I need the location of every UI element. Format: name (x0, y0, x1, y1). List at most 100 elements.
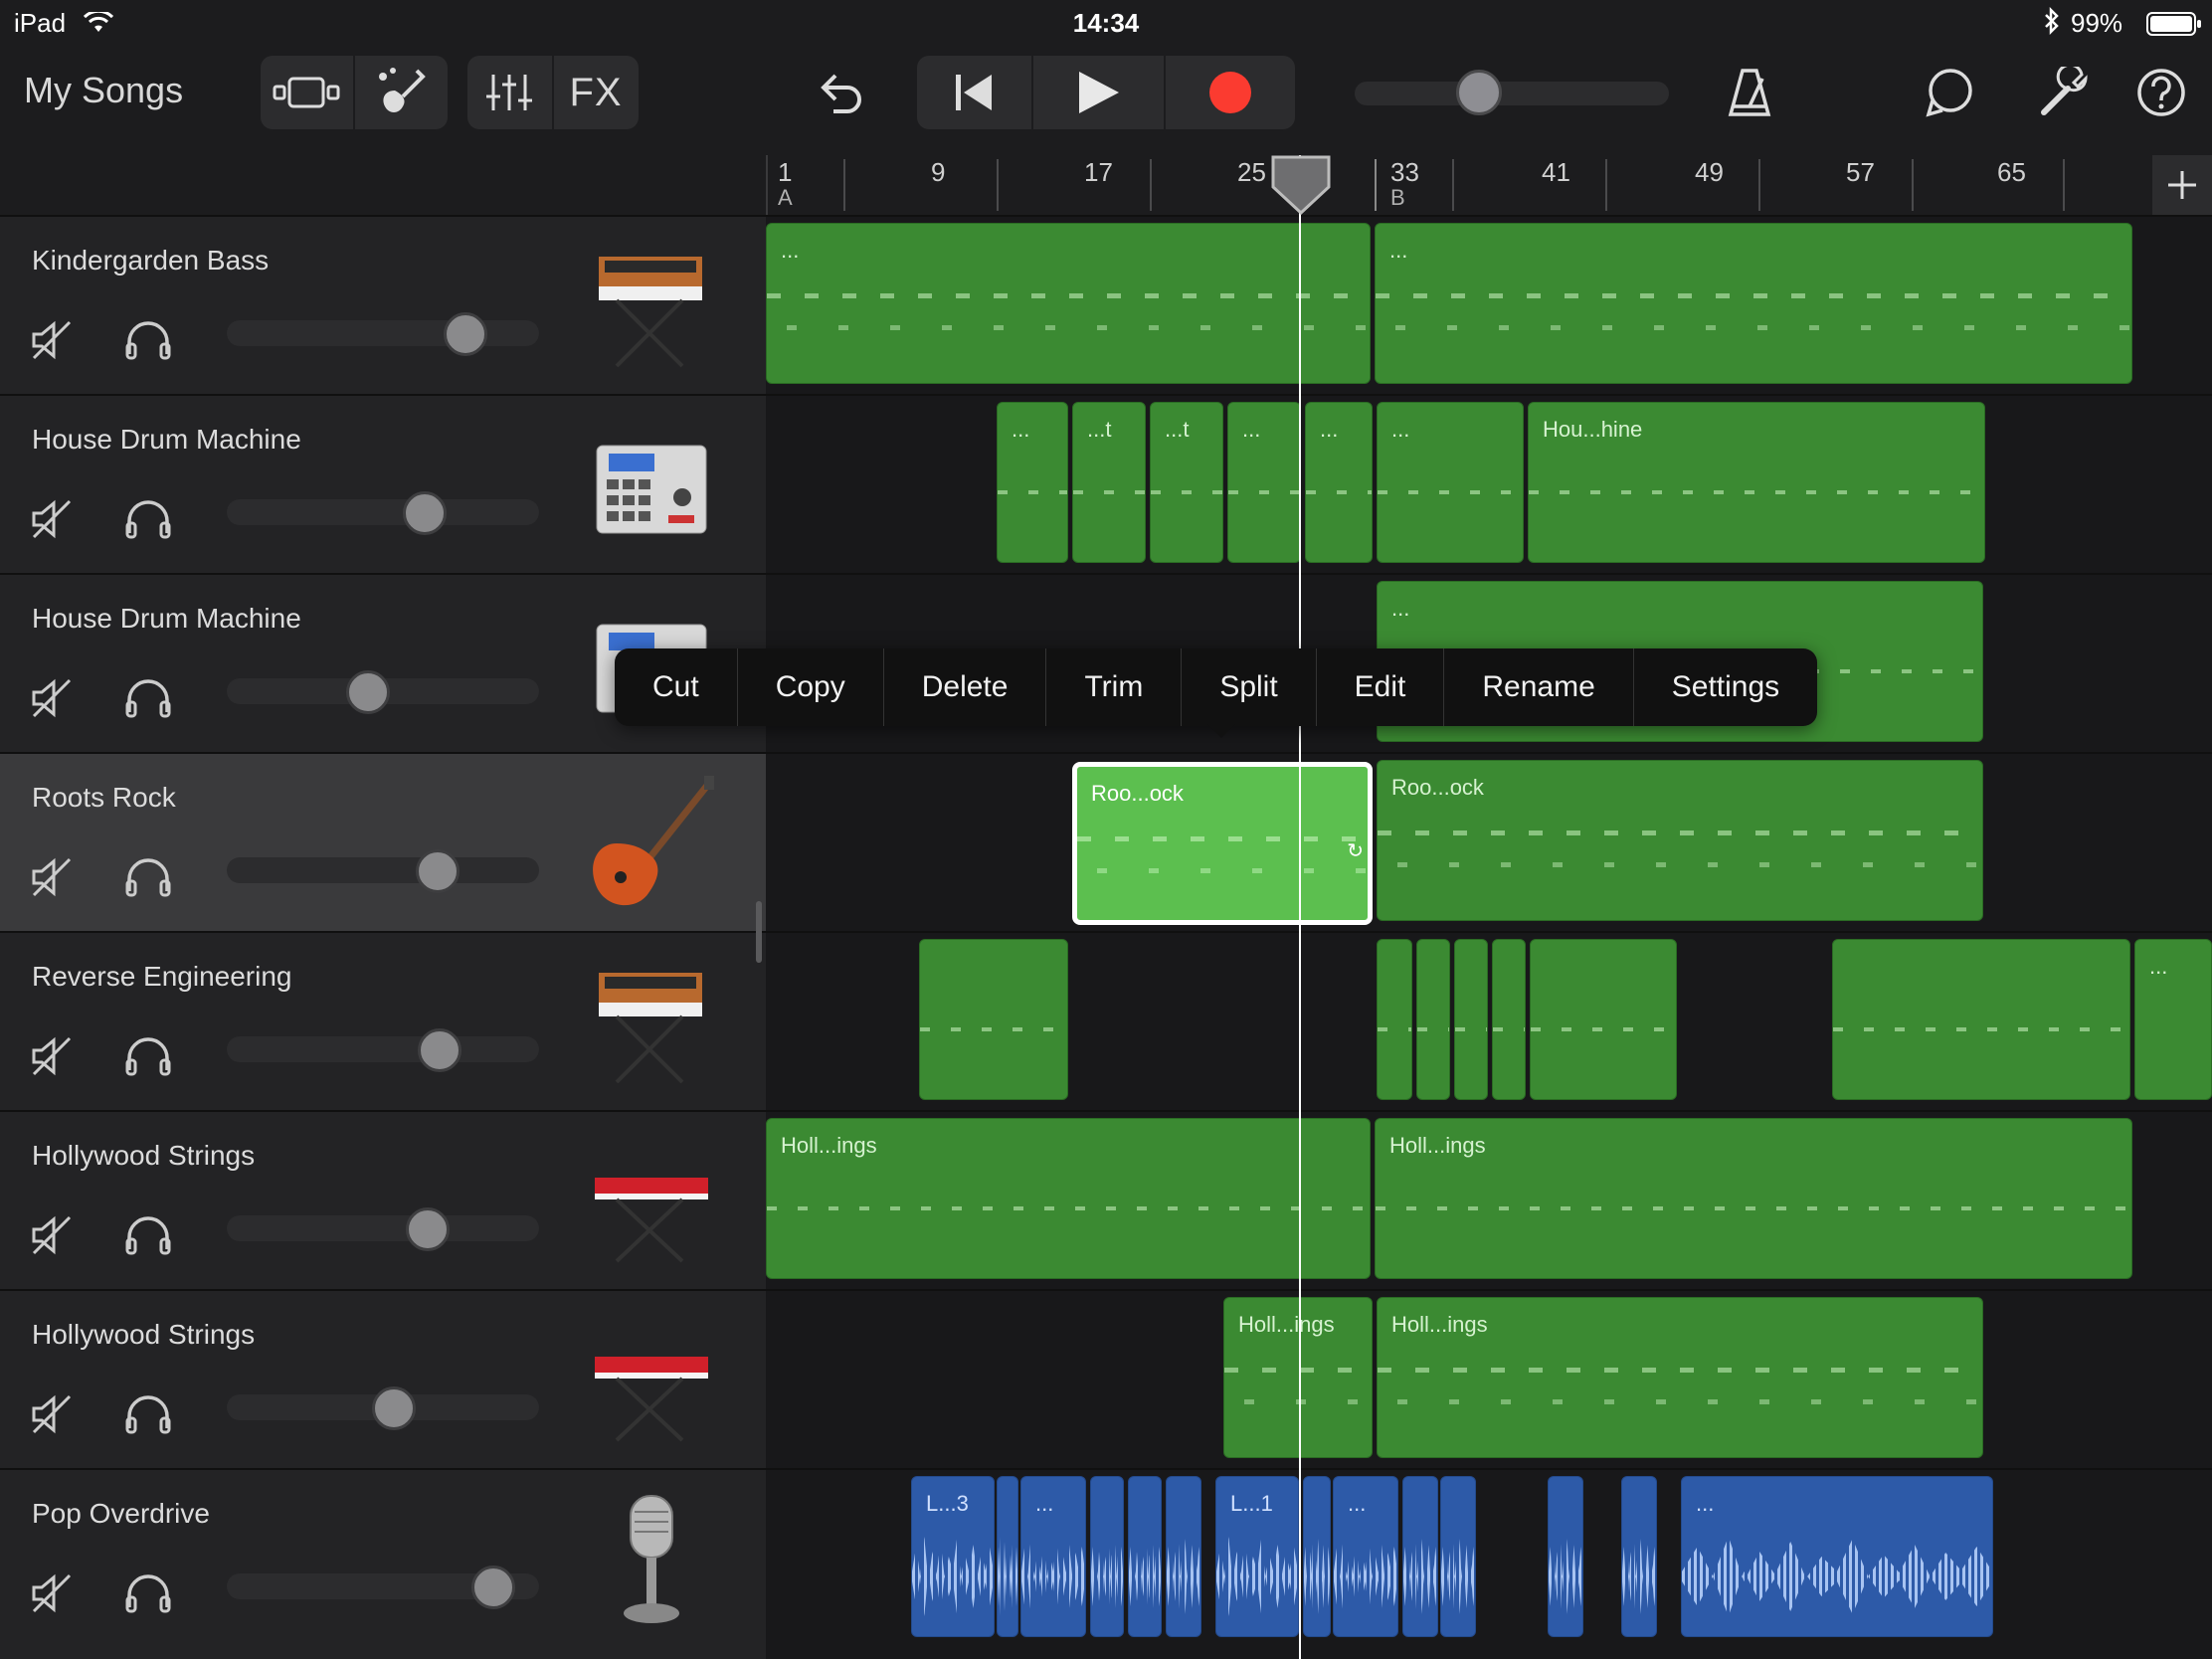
midi-region[interactable] (1454, 939, 1488, 1100)
settings-wrench-icon[interactable] (2029, 56, 2099, 129)
midi-region[interactable]: ... (1305, 402, 1373, 563)
volume-knob[interactable] (471, 1566, 515, 1609)
menu-item-rename[interactable]: Rename (1444, 648, 1634, 726)
help-icon[interactable] (2126, 56, 2196, 129)
track-header[interactable]: Hollywood Strings (0, 1112, 766, 1291)
mute-icon[interactable] (30, 676, 74, 725)
audio-region[interactable] (1402, 1476, 1438, 1637)
mute-icon[interactable] (30, 318, 74, 367)
loop-browser-icon[interactable] (1916, 56, 1985, 129)
track-lane[interactable]: ... ...t ...t ... ... ... Hou...hine (766, 396, 2212, 575)
midi-region[interactable]: Holl...ings (1377, 1297, 1983, 1458)
midi-region[interactable] (1492, 939, 1526, 1100)
track-volume-slider[interactable] (227, 857, 539, 883)
audio-region[interactable] (997, 1476, 1018, 1637)
audio-region[interactable]: ... (1020, 1476, 1086, 1637)
midi-region[interactable]: ... (997, 402, 1068, 563)
section-marker[interactable]: B (1390, 185, 1405, 211)
volume-knob[interactable] (403, 491, 447, 535)
track-row[interactable]: House Drum Machine ... ...t ...t ... ...… (0, 394, 2212, 575)
track-header[interactable]: Kindergarden Bass (0, 217, 766, 396)
headphones-icon[interactable] (123, 1571, 173, 1620)
scroll-indicator[interactable] (756, 901, 762, 963)
volume-knob[interactable] (372, 1386, 416, 1430)
menu-item-split[interactable]: Split (1182, 648, 1317, 726)
midi-region[interactable]: Roo...ock (1377, 760, 1983, 921)
track-lane[interactable]: L...3 ... L...1 ... ... (766, 1470, 2212, 1659)
audio-region[interactable] (1128, 1476, 1162, 1637)
selected-midi-region[interactable]: Roo...ock ↻ (1072, 762, 1373, 925)
midi-region[interactable]: Holl...ings (1375, 1118, 2132, 1279)
volume-knob[interactable] (406, 1207, 450, 1251)
headphones-icon[interactable] (123, 676, 173, 725)
track-row[interactable]: Hollywood Strings Holl...ings Holl...ing… (0, 1110, 2212, 1291)
track-header[interactable]: House Drum Machine (0, 396, 766, 575)
mute-icon[interactable] (30, 855, 74, 904)
headphones-icon[interactable] (123, 855, 173, 904)
audio-region[interactable] (1621, 1476, 1657, 1637)
track-volume-slider[interactable] (227, 1036, 539, 1062)
midi-region[interactable]: Hou...hine (1528, 402, 1985, 563)
mute-icon[interactable] (30, 1392, 74, 1441)
midi-region[interactable]: ... (766, 223, 1371, 384)
track-lane[interactable]: ... (766, 933, 2212, 1112)
metronome-icon[interactable] (1715, 56, 1784, 129)
mute-icon[interactable] (30, 497, 74, 546)
audio-region[interactable]: ... (1681, 1476, 1993, 1637)
headphones-icon[interactable] (123, 1392, 173, 1441)
midi-region[interactable]: ...t (1150, 402, 1223, 563)
track-lane[interactable]: Roo...ock ↻ Roo...ock (766, 754, 2212, 933)
audio-region[interactable] (1090, 1476, 1124, 1637)
audio-region[interactable] (1303, 1476, 1331, 1637)
master-volume-slider[interactable] (1355, 82, 1669, 105)
track-header[interactable]: Hollywood Strings (0, 1291, 766, 1470)
volume-knob[interactable] (346, 670, 390, 714)
go-to-start-icon[interactable] (917, 56, 1030, 129)
track-volume-slider[interactable] (227, 320, 539, 346)
loop-handle-icon[interactable]: ↻ (1347, 838, 1364, 863)
menu-item-delete[interactable]: Delete (884, 648, 1047, 726)
track-lane[interactable]: Holl...ings Holl...ings (766, 1112, 2212, 1291)
mute-icon[interactable] (30, 1213, 74, 1262)
timeline-ruler[interactable]: 1 A 9 17 25 33 B 41 49 57 65 (766, 155, 2152, 215)
menu-item-trim[interactable]: Trim (1046, 648, 1183, 726)
section-marker[interactable]: A (778, 185, 793, 211)
midi-region[interactable]: ...t (1072, 402, 1146, 563)
track-header[interactable]: Reverse Engineering (0, 933, 766, 1112)
track-row[interactable]: Pop Overdrive L...3 ... L...1 ... ... (0, 1468, 2212, 1659)
midi-region[interactable] (1530, 939, 1677, 1100)
menu-item-edit[interactable]: Edit (1317, 648, 1445, 726)
midi-region[interactable] (1416, 939, 1450, 1100)
audio-region[interactable]: L...3 (911, 1476, 995, 1637)
menu-item-cut[interactable]: Cut (615, 648, 738, 726)
tracks-view-icon[interactable] (261, 56, 352, 129)
playhead-handle-icon[interactable] (1271, 153, 1331, 215)
add-section-button[interactable] (2152, 155, 2212, 215)
midi-region[interactable]: ... (1375, 223, 2132, 384)
mute-icon[interactable] (30, 1034, 74, 1083)
master-volume-knob[interactable] (1456, 70, 1502, 115)
instrument-browser-icon[interactable] (355, 56, 447, 129)
track-volume-slider[interactable] (227, 499, 539, 525)
play-icon[interactable] (1033, 56, 1163, 129)
audio-region[interactable]: ... (1333, 1476, 1398, 1637)
track-row[interactable]: Reverse Engineering ... (0, 931, 2212, 1112)
my-songs-button[interactable]: My Songs (24, 70, 183, 111)
volume-knob[interactable] (416, 849, 460, 893)
midi-region[interactable]: ... (2134, 939, 2212, 1100)
fx-button[interactable]: FX (554, 56, 638, 129)
track-row[interactable]: Hollywood Strings Holl...ings Holl...ing… (0, 1289, 2212, 1470)
track-header[interactable]: Pop Overdrive (0, 1470, 766, 1659)
track-lane[interactable]: ... ... (766, 217, 2212, 396)
track-row[interactable]: Roots Rock Roo...ock ↻ Roo...ock (0, 752, 2212, 933)
audio-region[interactable] (1440, 1476, 1476, 1637)
headphones-icon[interactable] (123, 1213, 173, 1262)
mute-icon[interactable] (30, 1571, 74, 1620)
volume-knob[interactable] (418, 1028, 461, 1072)
midi-region[interactable]: Holl...ings (766, 1118, 1371, 1279)
headphones-icon[interactable] (123, 497, 173, 546)
track-volume-slider[interactable] (227, 1215, 539, 1241)
audio-region[interactable]: L...1 (1215, 1476, 1299, 1637)
midi-region[interactable]: ... (1227, 402, 1301, 563)
midi-region[interactable]: Holl...ings (1223, 1297, 1373, 1458)
